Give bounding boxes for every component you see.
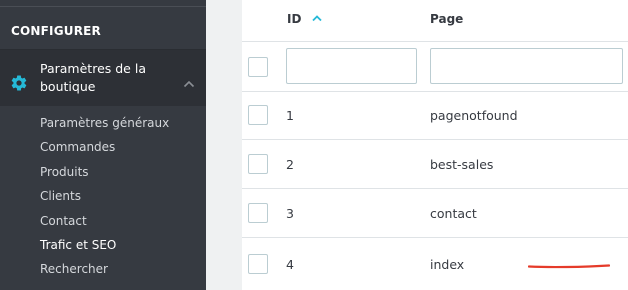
sidebar-subitem-general[interactable]: Paramètres généraux xyxy=(40,115,169,139)
filter-page-input[interactable] xyxy=(430,48,623,84)
row-divider xyxy=(242,188,628,189)
row-checkbox[interactable] xyxy=(248,154,268,174)
sidebar-subitem-contact[interactable]: Contact xyxy=(40,213,169,237)
chevron-up-icon[interactable] xyxy=(183,80,195,88)
cell-id: 3 xyxy=(286,206,294,221)
row-checkbox[interactable] xyxy=(248,203,268,223)
sidebar-subitem-products[interactable]: Produits xyxy=(40,164,169,188)
column-header-page[interactable]: Page xyxy=(430,12,463,26)
cell-page: best-sales xyxy=(430,157,494,172)
cell-page: pagenotfound xyxy=(430,108,518,123)
cell-id: 4 xyxy=(286,257,294,272)
sort-ascending-icon[interactable] xyxy=(311,14,323,22)
sidebar-subitem-traffic-seo[interactable]: Trafic et SEO xyxy=(40,237,169,261)
select-all-checkbox[interactable] xyxy=(248,57,268,77)
cell-id: 1 xyxy=(286,108,294,123)
table-panel xyxy=(242,0,628,290)
cell-id: 2 xyxy=(286,157,294,172)
column-header-id[interactable]: ID xyxy=(287,12,301,26)
sidebar: CONFIGURER Paramètres de la boutique Par… xyxy=(0,0,206,290)
header-divider xyxy=(242,41,628,42)
gear-icon xyxy=(11,75,27,91)
sidebar-top-divider xyxy=(0,0,206,7)
row-checkbox[interactable] xyxy=(248,105,268,125)
filter-row-divider xyxy=(242,91,628,92)
cell-page: contact xyxy=(430,206,477,221)
cell-page: index xyxy=(430,257,465,272)
sidebar-subitem-orders[interactable]: Commandes xyxy=(40,139,169,163)
row-divider xyxy=(242,237,628,238)
sidebar-subitem-customers[interactable]: Clients xyxy=(40,188,169,212)
sidebar-subitem-search[interactable]: Rechercher xyxy=(40,261,169,285)
sidebar-section-title: CONFIGURER xyxy=(11,24,101,38)
sidebar-submenu: Paramètres généraux Commandes Produits C… xyxy=(40,115,169,286)
annotation-underline xyxy=(528,264,610,269)
row-divider xyxy=(242,139,628,140)
filter-id-input[interactable] xyxy=(286,48,417,84)
row-checkbox[interactable] xyxy=(248,254,268,274)
sidebar-item-label[interactable]: Paramètres de la boutique xyxy=(40,60,180,96)
